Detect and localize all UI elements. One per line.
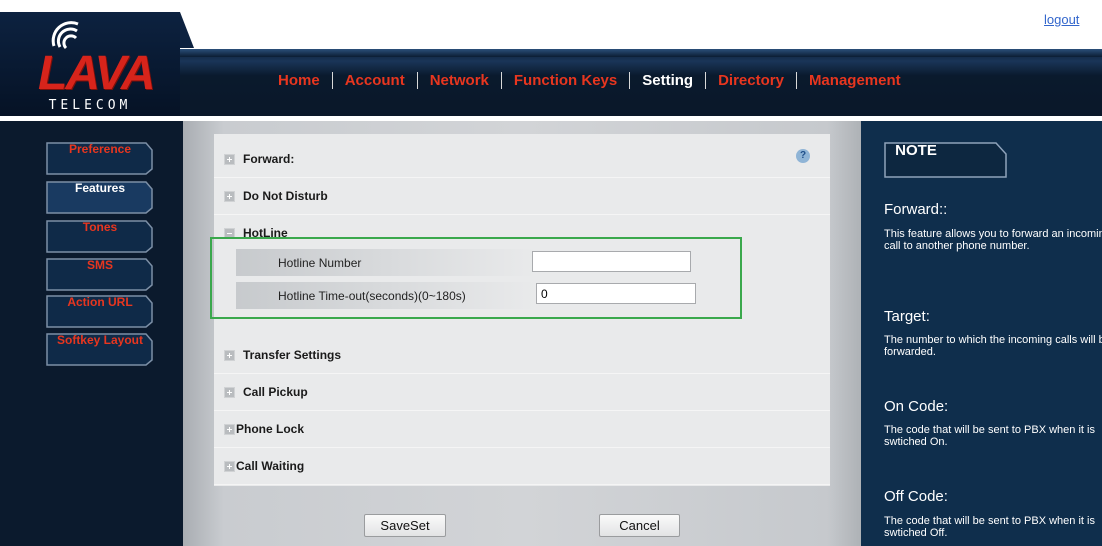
nav-account[interactable]: Account bbox=[333, 72, 417, 89]
section-title[interactable]: Call Pickup bbox=[243, 385, 308, 399]
features-panel: Forward: Do Not Disturb HotLine Hotline … bbox=[214, 134, 830, 486]
sidebar-item-preference[interactable]: Preference bbox=[46, 142, 162, 175]
help-icon[interactable]: ? bbox=[796, 149, 810, 163]
expand-icon[interactable] bbox=[224, 424, 235, 435]
section-title[interactable]: Phone Lock bbox=[236, 422, 304, 436]
section-title[interactable]: Transfer Settings bbox=[243, 348, 341, 362]
nav-network[interactable]: Network bbox=[418, 72, 501, 89]
note-text: The code that will be sent to PBX when i… bbox=[884, 515, 1095, 539]
nav-setting[interactable]: Setting bbox=[630, 72, 705, 89]
section-hotline: HotLine bbox=[214, 215, 830, 252]
note-text: This feature allows you to forward an in… bbox=[884, 228, 1102, 252]
sidebar-item-label: Tones bbox=[82, 220, 118, 234]
note-heading: Off Code: bbox=[884, 488, 948, 505]
nav-directory[interactable]: Directory bbox=[706, 72, 796, 89]
sidebar-item-tones[interactable]: Tones bbox=[46, 220, 162, 253]
section-do-not-disturb: Do Not Disturb bbox=[214, 178, 830, 215]
note-text: The code that will be sent to PBX when i… bbox=[884, 424, 1095, 448]
hotline-number-input[interactable] bbox=[532, 251, 691, 272]
main-content: Forward: Do Not Disturb HotLine Hotline … bbox=[183, 121, 861, 546]
nav-management[interactable]: Management bbox=[797, 72, 913, 89]
expand-icon[interactable] bbox=[224, 191, 235, 202]
hotline-number-label: Hotline Number bbox=[278, 256, 362, 270]
note-tab-label: NOTE bbox=[895, 142, 937, 159]
section-forward: Forward: bbox=[214, 141, 830, 178]
cancel-button[interactable]: Cancel bbox=[599, 514, 680, 537]
section-phone-lock: Phone Lock bbox=[214, 411, 830, 448]
note-heading: On Code: bbox=[884, 398, 949, 415]
expand-icon[interactable] bbox=[224, 154, 235, 165]
nav-home[interactable]: Home bbox=[266, 72, 332, 89]
sidebar-item-label: Features bbox=[74, 181, 126, 195]
expand-icon[interactable] bbox=[224, 387, 235, 398]
note-panel: NOTE Forward:: This feature allows you t… bbox=[861, 121, 1102, 546]
sidebar-item-features[interactable]: Features bbox=[46, 181, 162, 214]
hotline-timeout-row: Hotline Time-out(seconds)(0~180s) bbox=[236, 282, 766, 309]
hotline-timeout-label: Hotline Time-out(seconds)(0~180s) bbox=[278, 289, 466, 303]
sidebar-item-label: Action URL bbox=[67, 295, 133, 309]
section-call-pickup: Call Pickup bbox=[214, 374, 830, 411]
sidebar-item-label: Softkey Layout bbox=[56, 333, 143, 347]
note-heading: Forward:: bbox=[884, 201, 948, 218]
expand-icon[interactable] bbox=[224, 350, 235, 361]
note-heading: Target: bbox=[884, 308, 930, 325]
section-call-waiting: Call Waiting bbox=[214, 448, 830, 485]
section-title[interactable]: HotLine bbox=[243, 226, 288, 240]
sidebar-item-softkey-layout[interactable]: Softkey Layout bbox=[46, 333, 162, 366]
note-tab: NOTE bbox=[884, 142, 1008, 178]
sidebar-item-label: SMS bbox=[86, 258, 113, 272]
top-nav: Home Account Network Function Keys Setti… bbox=[180, 49, 1102, 116]
nav-items: Home Account Network Function Keys Setti… bbox=[266, 70, 913, 90]
note-text: The number to which the incoming calls w… bbox=[884, 334, 1102, 358]
save-button[interactable]: SaveSet bbox=[364, 514, 446, 537]
sidebar: Preference Features Tones SMS Action URL… bbox=[0, 121, 183, 546]
collapse-icon[interactable] bbox=[224, 228, 235, 239]
hotline-number-row: Hotline Number bbox=[236, 249, 766, 276]
logo-subtitle: TELECOM bbox=[48, 98, 132, 113]
logo-text: LAVA bbox=[38, 47, 156, 100]
section-title[interactable]: Do Not Disturb bbox=[243, 189, 328, 203]
section-title[interactable]: Call Waiting bbox=[236, 459, 304, 473]
hotline-timeout-input[interactable] bbox=[536, 283, 696, 304]
sidebar-item-label: Preference bbox=[68, 142, 132, 156]
header: LAVA TELECOM logout Home Account Network… bbox=[0, 0, 1102, 121]
expand-icon[interactable] bbox=[224, 461, 235, 472]
sidebar-item-action-url[interactable]: Action URL bbox=[46, 295, 162, 328]
logout-link[interactable]: logout bbox=[1044, 12, 1079, 27]
section-transfer-settings: Transfer Settings bbox=[214, 337, 830, 374]
sidebar-item-sms[interactable]: SMS bbox=[46, 258, 162, 291]
logo: LAVA TELECOM bbox=[0, 12, 194, 116]
section-title[interactable]: Forward: bbox=[243, 152, 294, 166]
nav-function-keys[interactable]: Function Keys bbox=[502, 72, 629, 89]
